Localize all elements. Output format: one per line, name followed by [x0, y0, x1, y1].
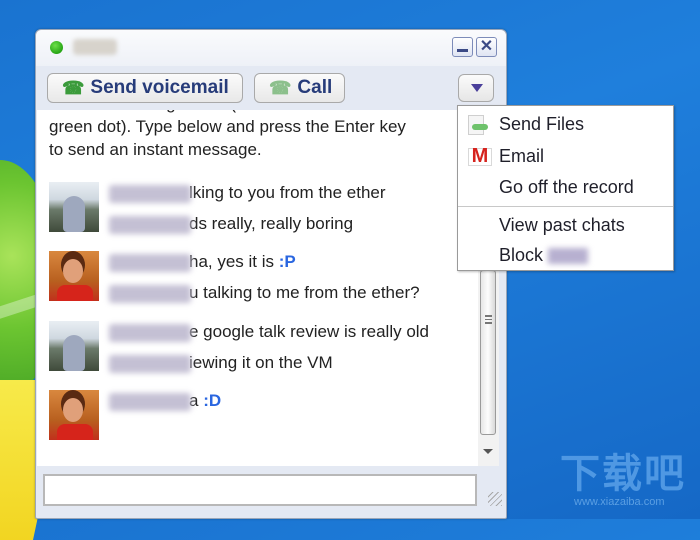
chat-transcript: Mike is online right now (online friends…: [37, 110, 478, 466]
menu-item-view-past-chats[interactable]: View past chats: [458, 210, 673, 240]
avatar-self: [49, 251, 99, 301]
sender-blurred: [109, 215, 191, 234]
block-contact-blurred: [548, 248, 589, 265]
sender-blurred: [109, 184, 191, 203]
close-button[interactable]: ✕: [476, 37, 497, 57]
title-bar[interactable]: Mike ✕: [36, 30, 506, 66]
intro-line-partial: Mike is online right now (online friends…: [49, 110, 469, 115]
menu-separator: [458, 206, 673, 207]
menu-item-email[interactable]: M Email: [458, 141, 673, 171]
sender-blurred: [109, 284, 191, 303]
message-line: u talking to me from the ether?: [109, 282, 420, 304]
intro-line: green dot). Type below and press the Ent…: [49, 117, 406, 136]
intro-line: to send an instant message.: [49, 140, 262, 159]
toolbar: ☎ Send voicemail ☎ Call: [36, 66, 506, 110]
scroll-down-arrow-icon[interactable]: [483, 449, 493, 454]
watermark-logo: 下载吧: [560, 451, 686, 497]
menu-item-send-files[interactable]: Send Files: [458, 109, 673, 139]
close-icon: ✕: [479, 38, 494, 55]
call-label: Call: [297, 77, 333, 98]
message-line: ha, yes it is :P: [109, 251, 296, 273]
grip-icon: [485, 315, 492, 324]
avatar-self: [49, 390, 99, 440]
menu-item-block[interactable]: Block: [458, 240, 673, 270]
emoticon: :P: [278, 252, 296, 271]
chat-window: Mike ✕ ☎ Send voicemail ☎ Call Mike is o…: [35, 29, 507, 519]
intro-message: Mike is online right now (online friends…: [49, 110, 469, 161]
online-status-icon: [50, 41, 63, 54]
sender-blurred: [109, 354, 191, 373]
message-line: iewing it on the VM: [109, 352, 333, 374]
more-options-button[interactable]: [458, 74, 494, 102]
watermark: 下载吧 www.xiazaiba.com: [560, 452, 690, 512]
phone-icon: ☎: [62, 77, 85, 98]
message-input[interactable]: [43, 474, 477, 506]
avatar-contact: [49, 321, 99, 371]
minimize-button[interactable]: [452, 37, 473, 57]
send-voicemail-label: Send voicemail: [90, 77, 229, 98]
scrollbar-thumb[interactable]: [480, 270, 496, 435]
contact-name-blurred: Mike: [73, 39, 117, 55]
message-line: e google talk review is really old: [109, 321, 429, 343]
resize-grip-icon[interactable]: [488, 492, 502, 506]
message-line: ds really, really boring: [109, 213, 353, 235]
message-line: lking to you from the ether: [109, 182, 386, 204]
options-dropdown-menu: Send Files M Email Go off the record Vie…: [457, 105, 674, 271]
phone-icon: ☎: [269, 77, 292, 98]
minimize-icon: [457, 49, 468, 52]
sender-blurred: [109, 392, 191, 411]
send-files-icon: [468, 115, 488, 135]
chevron-down-icon: [471, 84, 483, 92]
send-voicemail-button[interactable]: ☎ Send voicemail: [47, 73, 243, 103]
watermark-url: www.xiazaiba.com: [574, 496, 665, 508]
avatar-contact: [49, 182, 99, 232]
emoticon: :D: [203, 391, 222, 410]
sender-blurred: [109, 323, 191, 342]
message-line: a :D: [109, 390, 221, 412]
gmail-icon: M: [468, 145, 492, 167]
menu-item-go-off-the-record[interactable]: Go off the record: [458, 172, 673, 202]
call-button[interactable]: ☎ Call: [254, 73, 345, 103]
sender-blurred: [109, 253, 191, 272]
